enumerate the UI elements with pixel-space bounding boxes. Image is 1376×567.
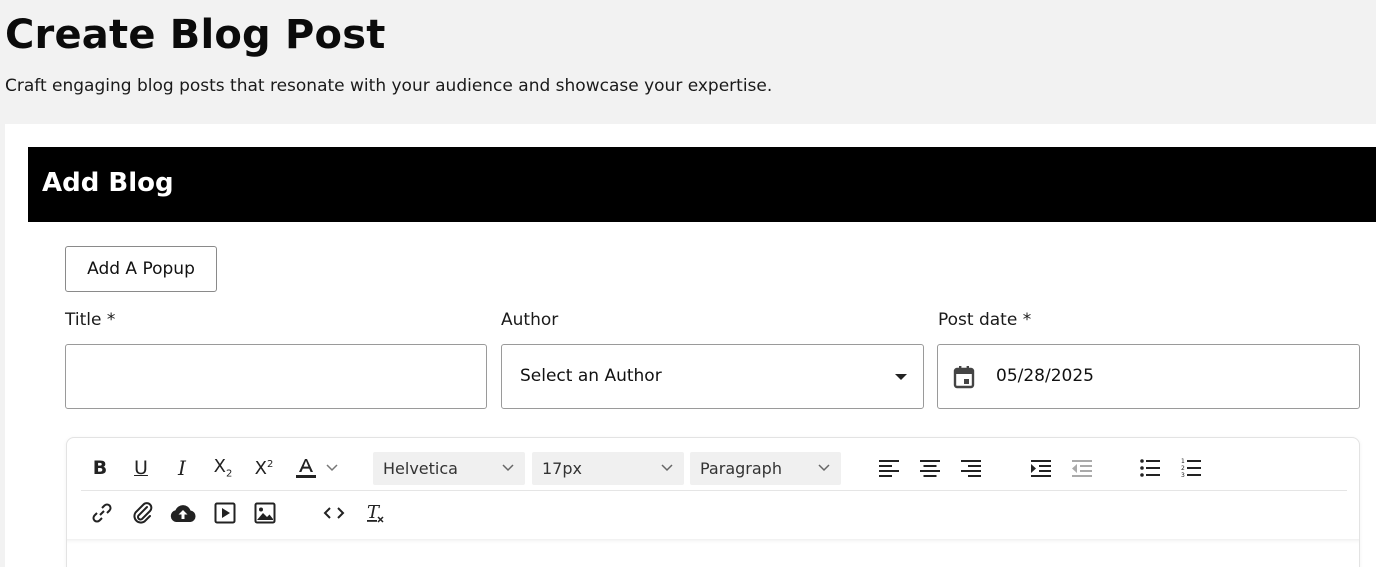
svg-text:3: 3 (1181, 472, 1185, 478)
blog-form-card: Add Blog Add A Popup Title * Author Sele… (5, 124, 1376, 567)
author-label: Author (501, 310, 559, 330)
indent-icon[interactable] (1026, 453, 1056, 483)
calendar-icon[interactable] (953, 365, 975, 393)
font-size-dropdown[interactable]: 17px (532, 452, 684, 485)
block-format-dropdown[interactable]: Paragraph (690, 452, 841, 485)
outdent-icon[interactable] (1067, 453, 1097, 483)
block-format-value: Paragraph (700, 459, 782, 478)
chevron-down-icon (818, 464, 830, 472)
card-header: Add Blog (28, 147, 1376, 222)
cloud-upload-icon[interactable] (168, 498, 198, 528)
post-date-field[interactable]: 05/28/2025 (937, 344, 1360, 409)
italic-icon[interactable]: I (167, 453, 197, 483)
superscript-icon[interactable]: X2 (249, 453, 279, 483)
title-label: Title * (65, 310, 116, 330)
text-color-chevron-icon[interactable] (322, 453, 342, 483)
text-color-icon[interactable] (291, 453, 321, 483)
chevron-down-icon (502, 464, 514, 472)
page-title: Create Blog Post (5, 12, 386, 58)
caret-down-icon (895, 374, 907, 380)
numbered-list-icon[interactable]: 123 (1176, 453, 1206, 483)
author-select[interactable]: Select an Author (501, 344, 924, 409)
subscript-icon[interactable]: X2 (208, 453, 238, 483)
image-icon[interactable] (250, 498, 280, 528)
underline-icon[interactable]: U (126, 453, 156, 483)
code-icon[interactable] (319, 498, 349, 528)
video-icon[interactable] (210, 498, 240, 528)
align-left-icon[interactable] (874, 453, 904, 483)
post-date-label: Post date * (938, 310, 1032, 330)
card-header-title: Add Blog (42, 168, 174, 198)
author-select-value: Select an Author (520, 366, 662, 386)
font-family-value: Helvetica (383, 459, 458, 478)
font-size-value: 17px (542, 459, 582, 478)
toolbar-divider (81, 490, 1347, 491)
attachment-icon[interactable] (128, 498, 158, 528)
font-family-dropdown[interactable]: Helvetica (373, 452, 525, 485)
bold-icon[interactable]: B (85, 453, 115, 483)
svg-text:2: 2 (1181, 465, 1185, 472)
align-right-icon[interactable] (956, 453, 986, 483)
title-field[interactable] (65, 344, 487, 409)
link-icon[interactable] (87, 498, 117, 528)
align-center-icon[interactable] (915, 453, 945, 483)
add-popup-button[interactable]: Add A Popup (65, 246, 217, 292)
post-date-value: 05/28/2025 (996, 366, 1094, 386)
svg-text:T: T (367, 502, 381, 523)
chevron-down-icon (661, 464, 673, 472)
editor-content-area[interactable] (67, 539, 1359, 567)
title-input[interactable] (66, 345, 486, 408)
bullet-list-icon[interactable] (1135, 453, 1165, 483)
page-subtitle: Craft engaging blog posts that resonate … (5, 76, 773, 96)
svg-text:1: 1 (1181, 458, 1185, 465)
rich-text-editor: B U I X2 X2 Helvetica 17px Paragraph 1 2… (66, 437, 1360, 567)
clear-format-icon[interactable]: T (361, 498, 391, 528)
